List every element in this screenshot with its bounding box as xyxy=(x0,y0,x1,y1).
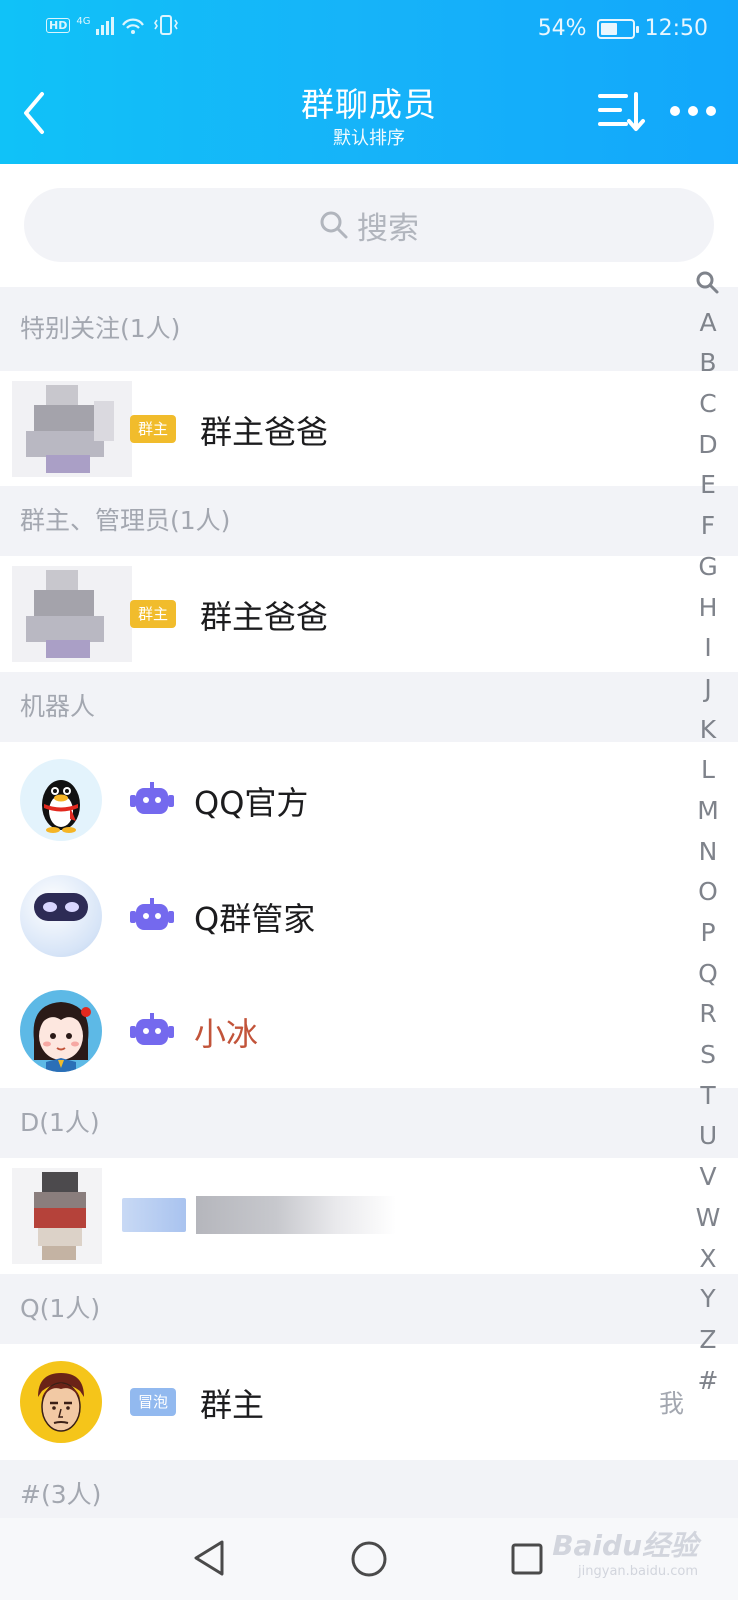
nav-back-icon[interactable] xyxy=(192,1538,226,1578)
clock: 12:50 xyxy=(644,16,708,41)
watermark-brand: Baidu经验 xyxy=(552,1529,698,1562)
robot-row-xiaobing[interactable]: 小冰 xyxy=(0,974,738,1088)
alphabet-index-bar[interactable]: A B C D E F G H I J K L M N O P Q R S T U V W X Y Z # xyxy=(680,262,736,1401)
index-search-icon[interactable] xyxy=(680,262,736,303)
more-options-icon[interactable] xyxy=(668,96,718,126)
status-bar-left: HD 4G xyxy=(46,14,180,36)
index-letter-x[interactable]: X xyxy=(680,1239,736,1280)
index-letter-p[interactable]: P xyxy=(680,913,736,954)
nav-recents-icon[interactable] xyxy=(510,1542,544,1576)
index-letter-w[interactable]: W xyxy=(680,1198,736,1239)
index-letter-d[interactable]: D xyxy=(680,425,736,466)
index-letter-c[interactable]: C xyxy=(680,384,736,425)
vibrate-icon xyxy=(154,15,179,35)
sort-icon[interactable] xyxy=(596,88,648,134)
member-name: 群主 xyxy=(200,1386,265,1424)
watermark-url: jingyan.baidu.com xyxy=(578,1564,698,1579)
index-letter-hash[interactable]: # xyxy=(680,1361,736,1402)
index-letter-z[interactable]: Z xyxy=(680,1320,736,1361)
search-input[interactable]: 搜索 xyxy=(24,188,714,262)
search-placeholder: 搜索 xyxy=(357,210,419,247)
index-letter-y[interactable]: Y xyxy=(680,1279,736,1320)
member-avatar-blurred xyxy=(12,381,132,477)
index-letter-j[interactable]: J xyxy=(680,669,736,710)
blurred-name xyxy=(196,1196,396,1234)
index-letter-q[interactable]: Q xyxy=(680,954,736,995)
blurred-badge xyxy=(122,1198,186,1232)
section-header-q: Q(1人) xyxy=(0,1274,738,1344)
robot-icon xyxy=(130,898,174,930)
section-header-admins: 群主、管理员(1人) xyxy=(0,486,738,556)
xiaobing-avatar xyxy=(20,990,102,1072)
owner-badge: 群主 xyxy=(130,415,177,443)
index-letter-g[interactable]: G xyxy=(680,547,736,588)
index-letter-b[interactable]: B xyxy=(680,343,736,384)
status-bar-right: 54% 12:50 xyxy=(538,16,708,41)
member-row-admin[interactable]: 群主 群主爸爸 xyxy=(0,556,738,672)
index-letter-h[interactable]: H xyxy=(680,588,736,629)
index-letter-o[interactable]: O xyxy=(680,872,736,913)
network-type-label: 4G xyxy=(76,15,91,27)
section-header-special: 特别关注(1人) xyxy=(0,287,738,371)
hd-icon: HD xyxy=(46,17,71,33)
member-row-d[interactable] xyxy=(0,1158,738,1274)
member-row-special[interactable]: 群主 群主爸爸 xyxy=(0,371,738,486)
nav-home-icon[interactable] xyxy=(350,1540,388,1578)
battery-percent: 54% xyxy=(537,16,587,41)
member-avatar-blurred xyxy=(12,1168,102,1264)
robot-icon xyxy=(130,1013,174,1045)
robot-name: Q群管家 xyxy=(194,900,316,938)
member-name: 群主爸爸 xyxy=(200,413,329,451)
index-letter-l[interactable]: L xyxy=(680,750,736,791)
member-row-q-self[interactable]: 冒泡 群主 我 xyxy=(0,1344,738,1460)
index-letter-e[interactable]: E xyxy=(680,465,736,506)
group-manager-robot-avatar xyxy=(20,875,102,957)
index-letter-m[interactable]: M xyxy=(680,791,736,832)
app-header: HD 4G 54% 12:50 群聊成员 默认排序 xyxy=(0,0,738,164)
robot-name: QQ官方 xyxy=(194,784,309,822)
qq-penguin-avatar xyxy=(20,759,102,841)
index-letter-a[interactable]: A xyxy=(680,303,736,344)
wifi-icon xyxy=(122,18,145,34)
baidu-watermark-logo: Baidu经验 jingyan.baidu.com xyxy=(552,1524,698,1579)
robot-icon xyxy=(130,782,174,814)
search-icon xyxy=(320,211,348,239)
index-letter-v[interactable]: V xyxy=(680,1157,736,1198)
index-letter-i[interactable]: I xyxy=(680,628,736,669)
owner-badge: 群主 xyxy=(130,600,177,628)
status-bar: HD 4G 54% 12:50 xyxy=(0,0,738,62)
robot-name: 小冰 xyxy=(194,1015,259,1053)
index-letter-n[interactable]: N xyxy=(680,832,736,873)
member-avatar-blurred xyxy=(12,566,132,662)
index-letter-k[interactable]: K xyxy=(680,710,736,751)
index-letter-u[interactable]: U xyxy=(680,1116,736,1157)
index-letter-f[interactable]: F xyxy=(680,506,736,547)
signal-icon xyxy=(96,15,115,35)
index-letter-t[interactable]: T xyxy=(680,1076,736,1117)
section-header-robots: 机器人 xyxy=(0,672,738,742)
section-header-d: D(1人) xyxy=(0,1088,738,1158)
search-area: 搜索 xyxy=(0,164,738,287)
battery-icon xyxy=(596,18,639,39)
bubble-badge: 冒泡 xyxy=(130,1388,177,1416)
index-letter-r[interactable]: R xyxy=(680,994,736,1035)
cartoon-man-avatar xyxy=(20,1361,102,1443)
robot-row-group-manager[interactable]: Q群管家 xyxy=(0,858,738,974)
robot-row-qq-official[interactable]: QQ官方 xyxy=(0,742,738,858)
index-letter-s[interactable]: S xyxy=(680,1035,736,1076)
member-name: 群主爸爸 xyxy=(200,598,329,636)
